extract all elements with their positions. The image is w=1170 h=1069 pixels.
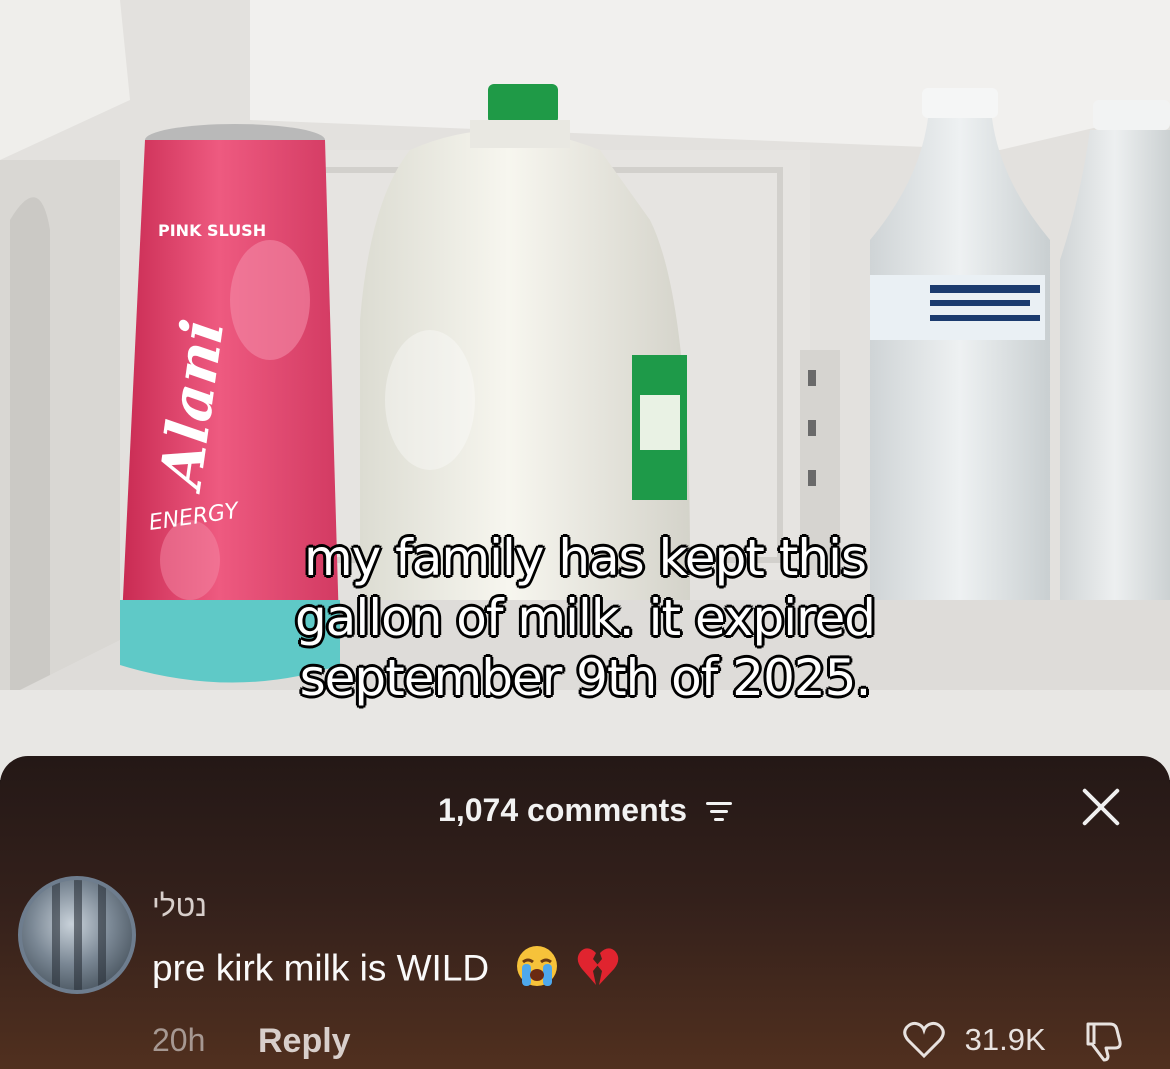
can-label-top: PINK SLUSH <box>158 221 266 240</box>
comments-count: 1,074 comments <box>438 792 688 829</box>
caption-line: september 9th of 2025. <box>299 649 872 707</box>
comment-body: pre kirk milk is WILD <box>152 947 490 989</box>
avatar[interactable] <box>18 876 136 994</box>
comments-panel: 1,074 comments נטלי pre kirk milk is WIL… <box>0 756 1170 1069</box>
comment-text: pre kirk milk is WILD <box>152 944 620 997</box>
comment-username[interactable]: נטלי <box>152 890 207 924</box>
caption-line: gallon of milk. it expired <box>294 589 876 647</box>
like-button[interactable]: 31.9K <box>902 1020 1046 1060</box>
loudly-crying-face-icon <box>515 944 559 997</box>
comments-header[interactable]: 1,074 comments <box>0 790 1170 829</box>
caption-line: my family has kept this <box>303 529 867 587</box>
comment-time: 20h <box>152 1022 206 1058</box>
like-count: 31.9K <box>964 1022 1046 1057</box>
broken-heart-icon <box>576 945 620 996</box>
video-caption: my family has kept this gallon of milk. … <box>0 528 1170 708</box>
filter-lines-icon[interactable] <box>705 800 732 822</box>
heart-outline-icon <box>903 1021 945 1059</box>
video-frame[interactable]: PINK SLUSH Alani ENERGY my family has ke… <box>0 0 1170 780</box>
thumbs-down-icon[interactable] <box>1080 1018 1124 1067</box>
reply-button[interactable]: Reply <box>258 1022 351 1061</box>
close-x-icon[interactable] <box>1080 786 1122 828</box>
